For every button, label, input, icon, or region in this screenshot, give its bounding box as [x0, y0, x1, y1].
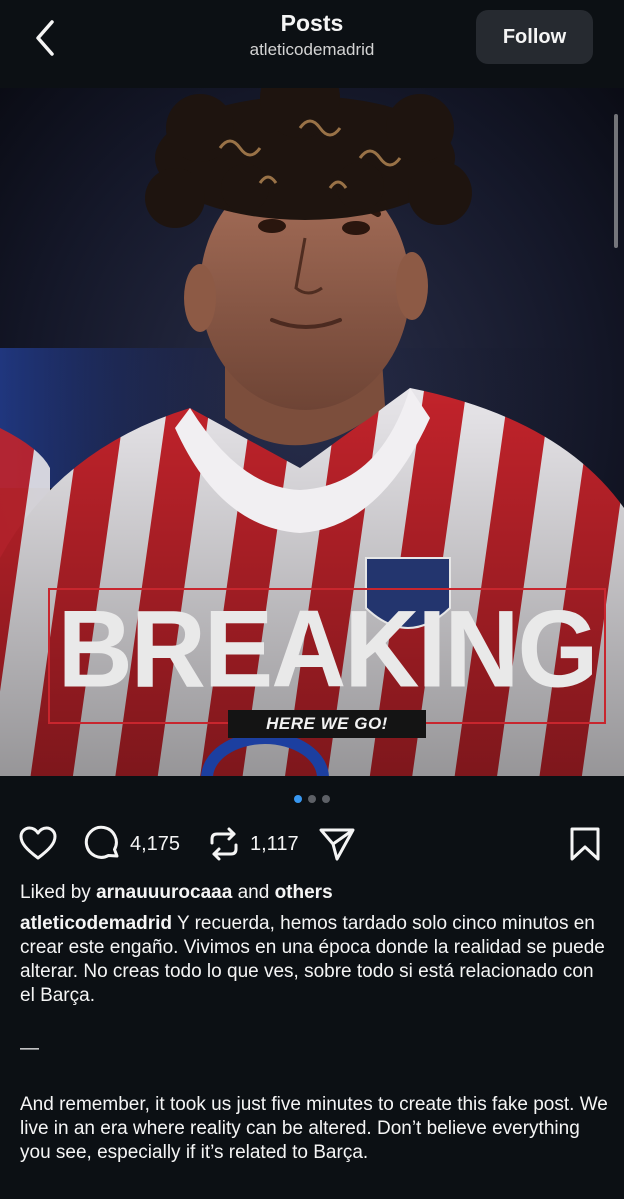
send-icon	[319, 828, 355, 861]
comment-button[interactable]: 4,175	[84, 820, 180, 868]
repost-count: 1,117	[250, 832, 299, 855]
top-bar: Posts atleticodemadrid Follow	[0, 0, 624, 88]
bookmark-icon	[570, 827, 600, 861]
carousel-dot-active	[294, 795, 302, 803]
carousel-indicator	[0, 795, 624, 805]
carousel-dot	[322, 795, 330, 803]
save-button[interactable]	[568, 820, 602, 868]
liked-by-user[interactable]: arnauuurocaaa	[96, 882, 232, 903]
heart-icon	[19, 826, 57, 860]
liked-by-others[interactable]: others	[275, 882, 333, 903]
caption-text-en: And remember, it took us just five minut…	[20, 1094, 608, 1163]
repost-button[interactable]: 1,117	[206, 820, 299, 868]
liked-by-line: Liked by arnauuurocaaa and others	[20, 882, 333, 904]
share-button[interactable]	[318, 820, 356, 868]
action-bar: 4,175 1,117	[0, 820, 624, 868]
carousel-dot	[308, 795, 316, 803]
liked-by-and: and	[237, 882, 270, 903]
like-button[interactable]	[18, 820, 58, 868]
caption-username[interactable]: atleticodemadrid	[20, 913, 172, 934]
scroll-indicator[interactable]	[614, 114, 618, 248]
liked-by-prefix: Liked by	[20, 882, 91, 903]
post-caption: atleticodemadrid Y recuerda, hemos tarda…	[20, 912, 610, 1008]
comment-bubble-icon	[84, 825, 119, 859]
image-tagline: HERE WE GO!	[228, 710, 426, 738]
follow-button[interactable]: Follow	[476, 10, 593, 64]
image-headline: BREAKING	[57, 589, 599, 711]
repost-icon	[210, 827, 238, 861]
comment-count: 4,175	[130, 832, 181, 855]
caption-separator: —	[20, 1038, 39, 1059]
